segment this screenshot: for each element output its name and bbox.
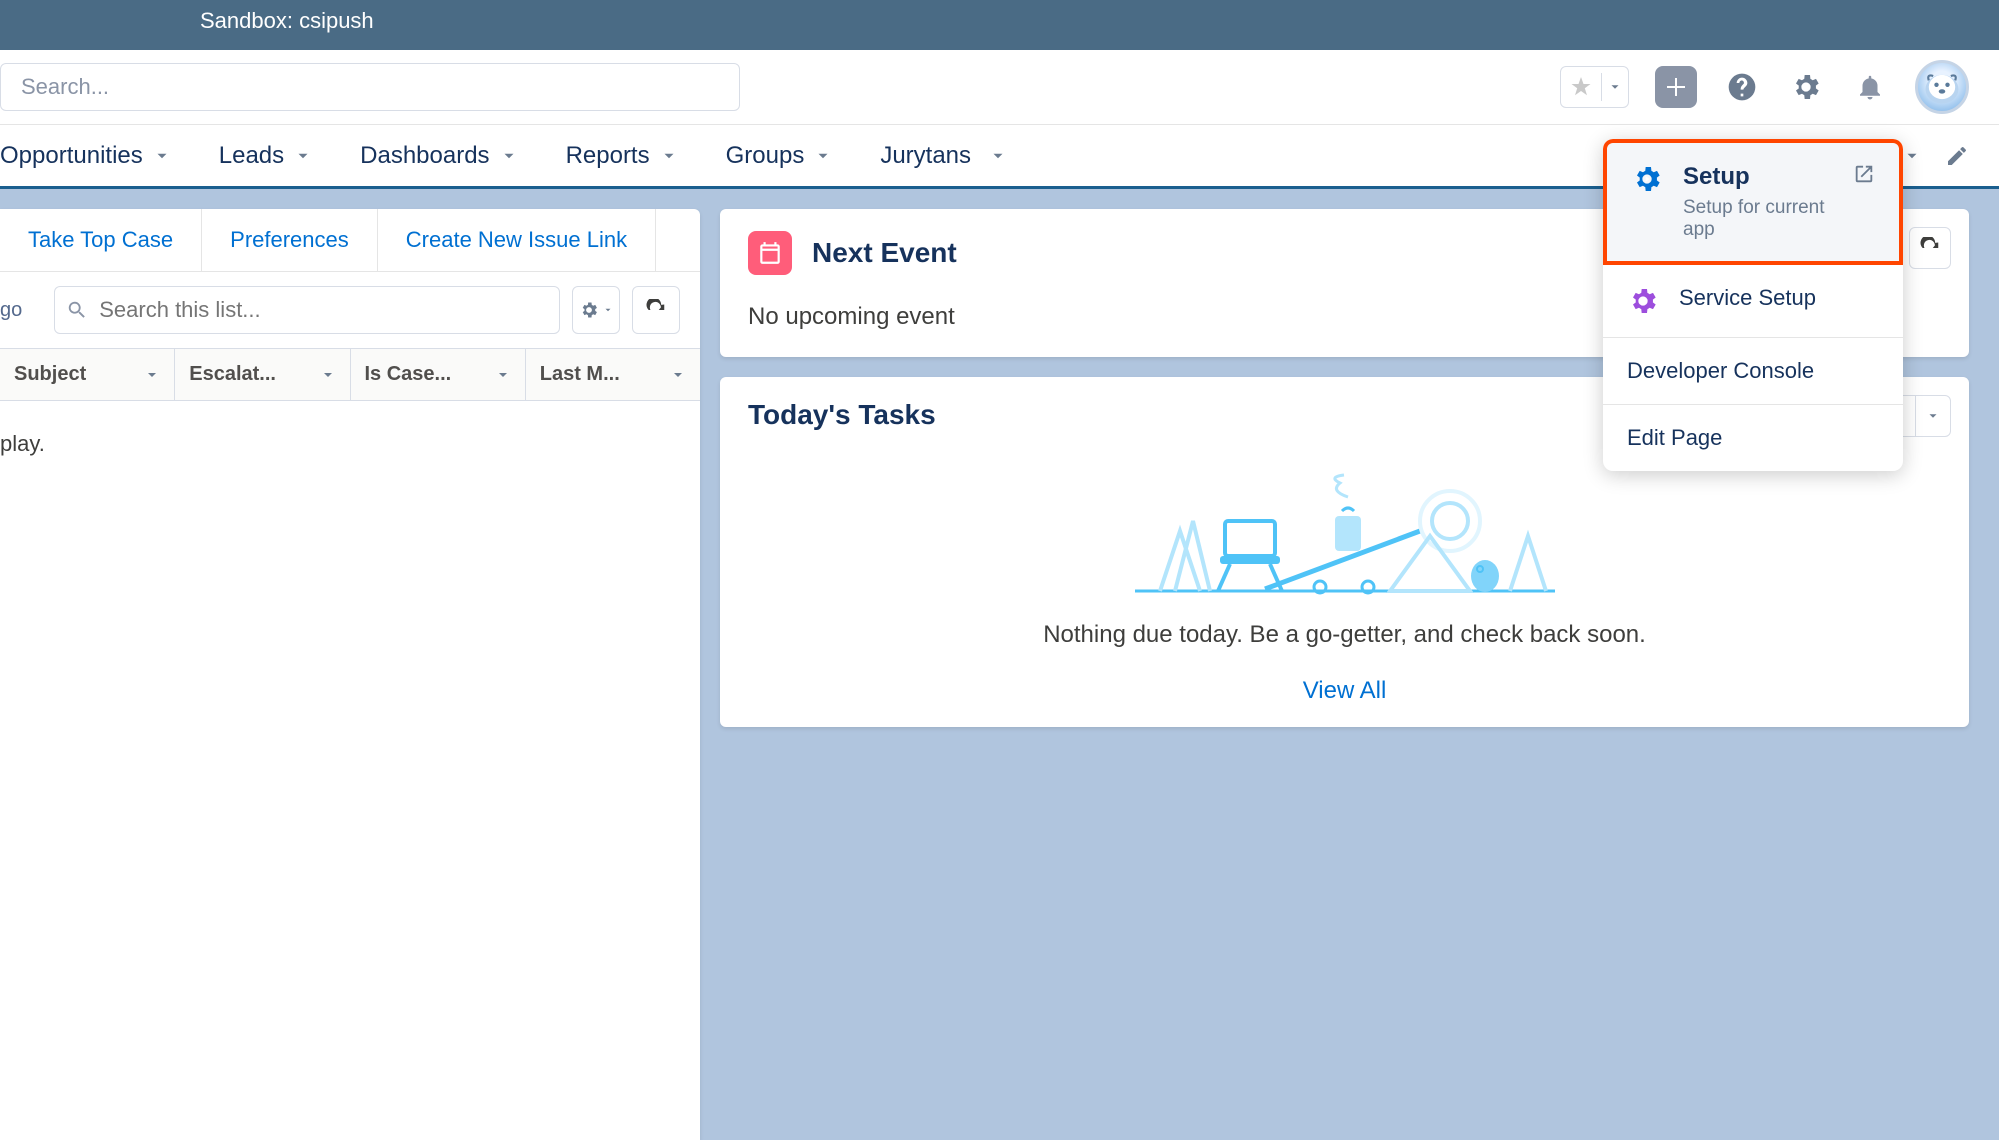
- sandbox-label: Sandbox: csipush: [200, 8, 374, 33]
- edit-nav-button[interactable]: [1921, 144, 1969, 168]
- notifications-button[interactable]: [1851, 68, 1889, 106]
- gear-icon: [1627, 285, 1659, 317]
- nav-tab-jurytans[interactable]: Jurytans: [856, 125, 1031, 186]
- user-avatar[interactable]: [1915, 60, 1969, 114]
- list-settings-button[interactable]: [572, 286, 620, 334]
- global-add-button[interactable]: [1655, 66, 1697, 108]
- edit-page-label: Edit Page: [1627, 425, 1722, 451]
- chevron-down-icon: [320, 367, 336, 383]
- header-actions: [1560, 60, 1969, 114]
- list-controls: go: [0, 272, 700, 348]
- tasks-illustration: [748, 451, 1941, 601]
- chevron-down-icon[interactable]: [153, 147, 171, 165]
- nav-tab-reports[interactable]: Reports: [542, 125, 702, 186]
- refresh-button[interactable]: [1909, 227, 1951, 269]
- chevron-down-icon[interactable]: [989, 147, 1007, 165]
- column-is-case[interactable]: Is Case...: [351, 349, 526, 400]
- preferences-button[interactable]: Preferences: [202, 209, 378, 271]
- next-event-title: Next Event: [812, 237, 957, 269]
- nav-tab-groups[interactable]: Groups: [702, 125, 857, 186]
- developer-console-label: Developer Console: [1627, 358, 1814, 384]
- nav-more-chevron[interactable]: [1903, 147, 1921, 165]
- setup-gear-button[interactable]: [1787, 68, 1825, 106]
- chevron-down-icon[interactable]: [294, 147, 312, 165]
- nav-tab-opportunities[interactable]: Opportunities: [0, 125, 195, 186]
- chevron-down-icon: [495, 367, 511, 383]
- view-all-link[interactable]: View All: [748, 677, 1941, 705]
- star-icon: [1561, 75, 1601, 99]
- chevron-down-icon[interactable]: [500, 147, 518, 165]
- nav-tab-dashboards[interactable]: Dashboards: [336, 125, 541, 186]
- global-search-wrap: [0, 63, 740, 111]
- list-updated-info: go: [0, 299, 42, 322]
- chevron-down-icon[interactable]: [660, 147, 678, 165]
- header-bar: [0, 50, 1999, 125]
- case-actions: Take Top Case Preferences Create New Iss…: [0, 209, 700, 272]
- open-new-icon[interactable]: [1853, 163, 1875, 185]
- chevron-down-icon: [1916, 396, 1950, 436]
- global-search-input[interactable]: [0, 63, 740, 111]
- list-search-wrap: [54, 286, 560, 334]
- list-search-input[interactable]: [54, 286, 560, 334]
- search-icon: [66, 299, 88, 321]
- nav-tab-leads[interactable]: Leads: [195, 125, 336, 186]
- menu-item-developer-console[interactable]: Developer Console: [1603, 338, 1903, 405]
- chevron-down-icon[interactable]: [1602, 80, 1628, 94]
- column-last-modified[interactable]: Last M...: [526, 349, 700, 400]
- column-subject[interactable]: Subject: [0, 349, 175, 400]
- chevron-down-icon: [670, 367, 686, 383]
- setup-subtitle: Setup for current app: [1683, 197, 1833, 241]
- favorites-button[interactable]: [1560, 66, 1629, 108]
- setup-menu: Setup Setup for current app Service Setu…: [1603, 139, 1903, 471]
- empty-list-message: play.: [0, 401, 700, 487]
- right-panel: Next Event No upcoming event Today's Tas…: [720, 209, 1999, 1140]
- menu-item-service-setup[interactable]: Service Setup: [1603, 265, 1903, 338]
- table-header: Subject Escalat... Is Case... Last M...: [0, 348, 700, 401]
- content-area: Take Top Case Preferences Create New Iss…: [0, 189, 1999, 1140]
- sandbox-banner: Sandbox: csipush: [0, 0, 1999, 50]
- tasks-title: Today's Tasks: [748, 399, 936, 431]
- help-button[interactable]: [1723, 68, 1761, 106]
- chevron-down-icon[interactable]: [814, 147, 832, 165]
- menu-item-setup[interactable]: Setup Setup for current app: [1603, 139, 1903, 265]
- tasks-message: Nothing due today. Be a go-getter, and c…: [748, 621, 1941, 649]
- setup-title: Setup: [1683, 163, 1833, 191]
- take-top-case-button[interactable]: Take Top Case: [0, 209, 202, 271]
- cases-panel: Take Top Case Preferences Create New Iss…: [0, 209, 700, 1140]
- create-issue-link-button[interactable]: Create New Issue Link: [378, 209, 656, 271]
- menu-item-edit-page[interactable]: Edit Page: [1603, 405, 1903, 471]
- gear-icon: [1631, 163, 1663, 195]
- chevron-down-icon: [144, 367, 160, 383]
- calendar-icon: [748, 231, 792, 275]
- list-refresh-button[interactable]: [632, 286, 680, 334]
- column-escalation[interactable]: Escalat...: [175, 349, 350, 400]
- service-setup-label: Service Setup: [1679, 285, 1816, 311]
